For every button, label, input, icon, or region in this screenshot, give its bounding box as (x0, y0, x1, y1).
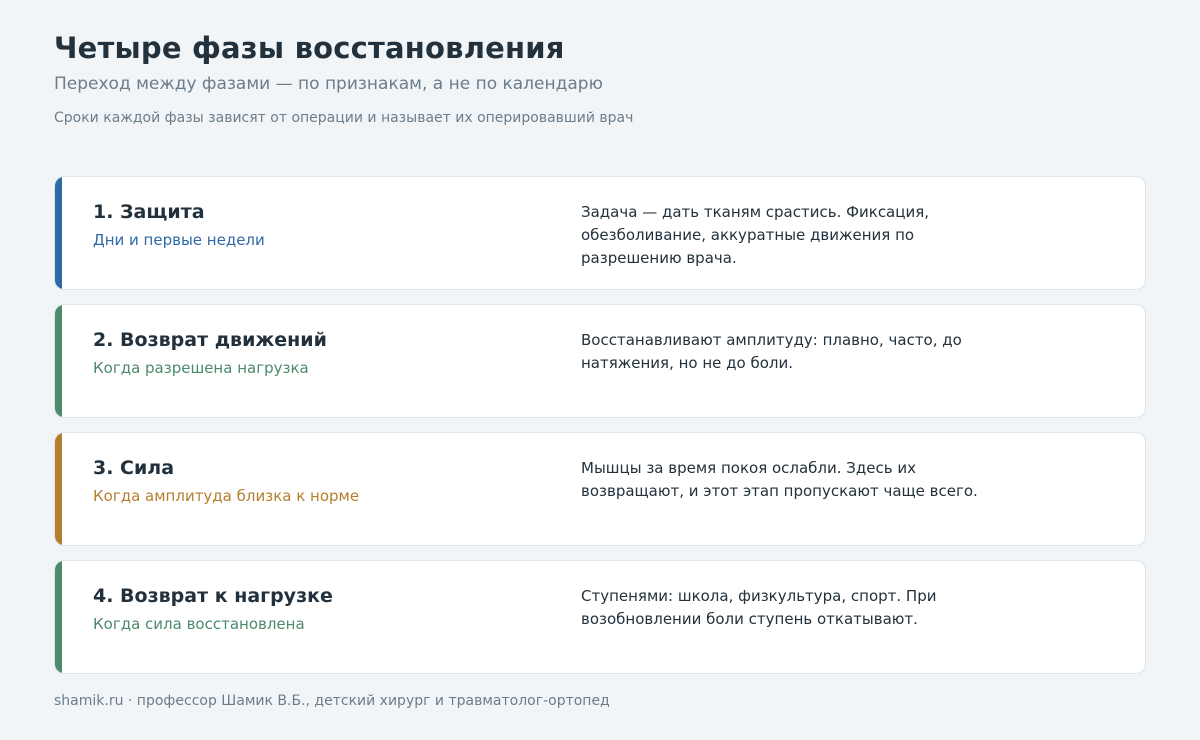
phase-heading-group: 3. Сила Когда амплитуда близка к норме (93, 455, 533, 506)
phase-heading-group: 1. Защита Дни и первые недели (93, 199, 533, 250)
page-subtitle: Переход между фазами — по признакам, а н… (54, 74, 603, 94)
phase-description: Восстанавливают амплитуду: плавно, часто… (581, 331, 962, 372)
phase-card-load: 4. Возврат к нагрузке Когда сила восстан… (54, 560, 1146, 674)
phase-card-protection: 1. Защита Дни и первые недели Задача — д… (54, 176, 1146, 290)
phase-title: 4. Возврат к нагрузке (93, 585, 333, 607)
timing-note: Сроки каждой фазы зависят от операции и … (54, 110, 634, 126)
phase-timing: Когда разрешена нагрузка (93, 359, 309, 377)
source-footer: shamik.ru · профессор Шамик В.Б., детски… (54, 693, 610, 709)
phase-accent-bar (55, 433, 62, 545)
phase-card-movement: 2. Возврат движений Когда разрешена нагр… (54, 304, 1146, 418)
phase-description: Задача — дать тканям срастись. Фиксация,… (581, 203, 930, 267)
recovery-phases-page: Четыре фазы восстановления Переход между… (0, 0, 1200, 740)
phases-list: 1. Защита Дни и первые недели Задача — д… (54, 176, 1146, 688)
phase-title: 1. Защита (93, 201, 205, 223)
phase-accent-bar (55, 561, 62, 673)
phase-card-strength: 3. Сила Когда амплитуда близка к норме М… (54, 432, 1146, 546)
phase-heading-group: 4. Возврат к нагрузке Когда сила восстан… (93, 583, 533, 634)
phase-description: Ступенями: школа, физкультура, спорт. Пр… (581, 587, 937, 628)
phase-timing: Когда амплитуда близка к норме (93, 487, 360, 505)
phase-heading-group: 2. Возврат движений Когда разрешена нагр… (93, 327, 533, 378)
phase-title: 2. Возврат движений (93, 329, 327, 351)
phase-timing: Дни и первые недели (93, 231, 265, 249)
phase-accent-bar (55, 305, 62, 417)
phase-title: 3. Сила (93, 457, 175, 479)
phase-description: Мышцы за время покоя ослабли. Здесь их в… (581, 459, 978, 500)
phase-timing: Когда сила восстановлена (93, 615, 305, 633)
page-title: Четыре фазы восстановления (54, 31, 565, 65)
phase-accent-bar (55, 177, 62, 289)
